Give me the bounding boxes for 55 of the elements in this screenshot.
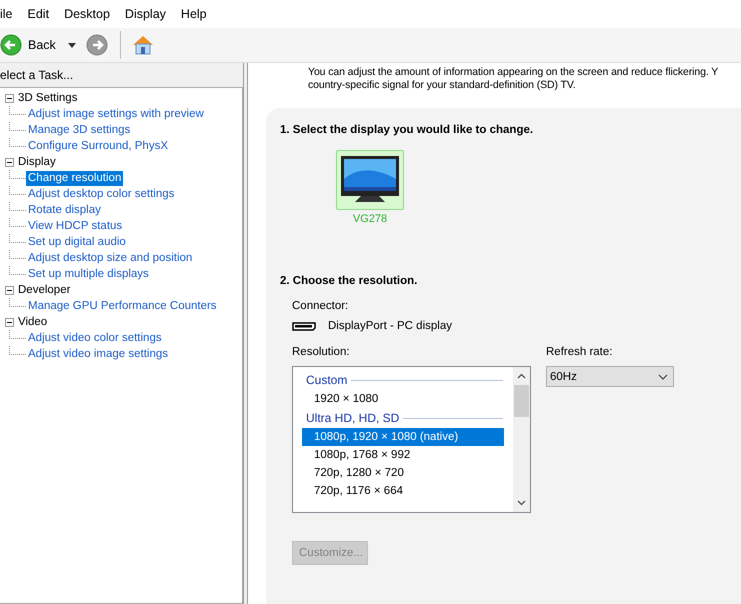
tree-item[interactable]: Manage 3D settings	[26, 122, 132, 138]
step-heading: 1. Select the display you would like to change.	[280, 124, 534, 136]
connector-name: DisplayPort - PC display	[328, 320, 452, 332]
resolution-list[interactable]: Custom 1920 × 1080 Ultra HD, HD, SD 1080p, 1920 × 1080 (native) 1080p, 1768 × 992 720p, 1280 × 720 720p, 1176 × 664	[292, 366, 531, 513]
display-name: VG278	[352, 213, 388, 225]
collapse-icon[interactable]	[5, 286, 14, 294]
tree-item[interactable]: Set up multiple displays	[26, 266, 151, 282]
step-heading: 2. Choose the resolution.	[280, 275, 418, 287]
tree-item[interactable]: Change resolution	[26, 170, 124, 186]
description-text: country-specific signal for your standard-definition (SD) TV.	[308, 79, 577, 92]
list-group-header: Custom	[306, 373, 348, 387]
resolution-label: Resolution:	[292, 346, 351, 358]
menu-item[interactable]: Edit	[28, 7, 58, 21]
resolution-option[interactable]: 1080p, 1920 × 1080 (native)	[302, 428, 504, 446]
tree-item[interactable]: Rotate display	[26, 202, 103, 218]
scroll-up-icon[interactable]	[517, 373, 526, 379]
tree-item[interactable]: Adjust desktop color settings	[26, 186, 176, 202]
resolution-option[interactable]: 720p, 1176 × 664	[302, 482, 504, 500]
menu-item[interactable]: Display	[124, 7, 175, 21]
resolution-option[interactable]: 1080p, 1768 × 992	[302, 446, 504, 464]
displayport-icon	[292, 322, 316, 330]
tree-group-label[interactable]: Developer	[18, 284, 70, 296]
list-group-header: Ultra HD, HD, SD	[306, 411, 400, 425]
tree-item[interactable]: View HDCP status	[26, 218, 124, 234]
scroll-down-icon[interactable]	[517, 500, 526, 506]
scrollbar[interactable]	[513, 367, 530, 512]
tree-item[interactable]: Adjust video color settings	[26, 330, 164, 346]
tree-item[interactable]: Adjust desktop size and position	[26, 250, 194, 266]
back-button[interactable]: Back	[0, 34, 56, 56]
tree-item[interactable]: Manage GPU Performance Counters	[26, 298, 219, 314]
menu-item[interactable]: ile	[0, 7, 22, 21]
display-tile[interactable]	[336, 150, 404, 210]
description-text: You can adjust the amount of information appearing on the screen and reduce flickering. Y	[308, 66, 720, 79]
tree-item[interactable]: Adjust image settings with preview	[26, 106, 206, 122]
tree-group-label[interactable]: Video	[18, 316, 48, 328]
home-icon[interactable]	[130, 33, 155, 57]
collapse-icon[interactable]	[5, 318, 14, 326]
task-pane-title: elect a Task...	[0, 67, 74, 84]
collapse-icon[interactable]	[5, 94, 14, 102]
connector-label: Connector:	[292, 300, 350, 312]
tree-item[interactable]: Adjust video image settings	[26, 346, 170, 362]
tree-item[interactable]: Set up digital audio	[26, 234, 128, 250]
resolution-option[interactable]: 720p, 1280 × 720	[302, 464, 504, 482]
tree-item[interactable]: Configure Surround, PhysX	[26, 138, 170, 154]
menu-item[interactable]: Help	[180, 7, 216, 21]
scroll-thumb[interactable]	[514, 385, 529, 417]
tree-group-label[interactable]: Display	[18, 156, 56, 168]
resolution-option[interactable]: 1920 × 1080	[302, 390, 504, 408]
refresh-rate-dropdown[interactable]: 60Hz	[546, 366, 674, 387]
chevron-down-icon	[658, 374, 668, 380]
collapse-icon[interactable]	[5, 158, 14, 166]
menu-item[interactable]: Desktop	[64, 7, 119, 21]
refresh-rate-label: Refresh rate:	[546, 346, 614, 358]
dropdown-caret-icon[interactable]	[68, 42, 76, 48]
tree-group-label[interactable]: 3D Settings	[18, 92, 78, 104]
